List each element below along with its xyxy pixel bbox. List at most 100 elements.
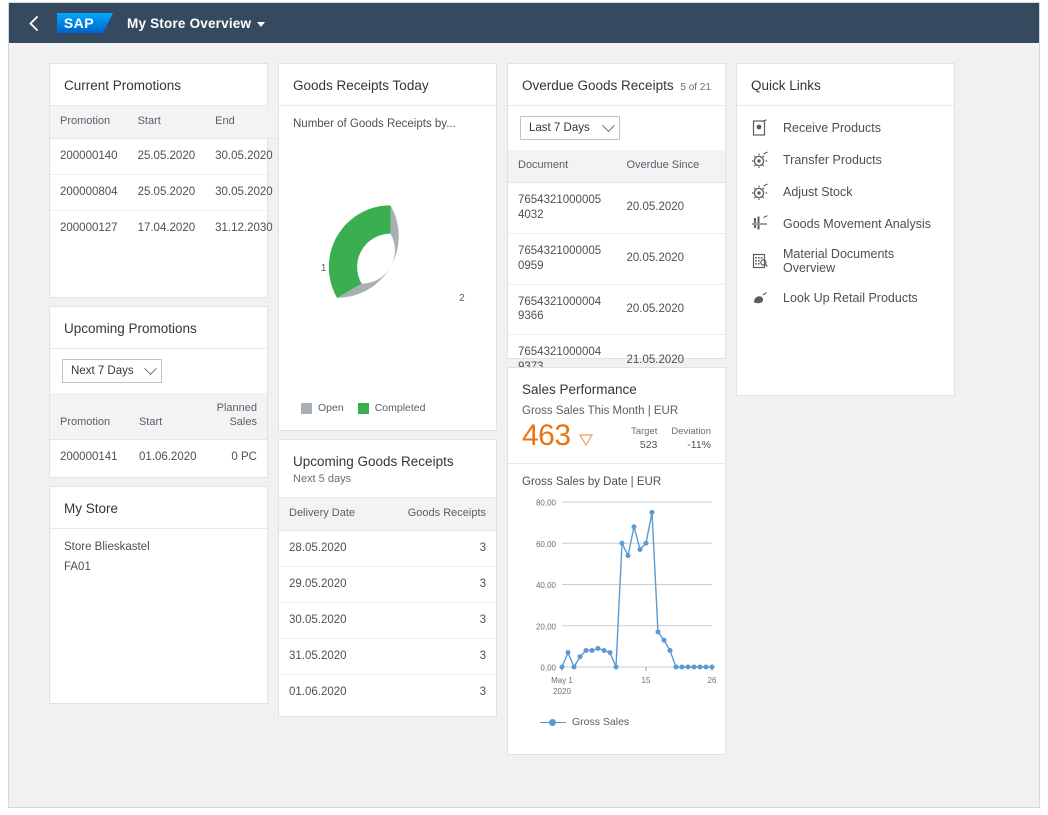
back-button[interactable] [23, 10, 43, 36]
svg-text:80,00: 80,00 [536, 499, 557, 508]
upcoming-goods-receipts-table: Delivery Date Goods Receipts 28.05.2020 … [279, 498, 496, 709]
legend-swatch-completed [358, 403, 369, 414]
card-my-store: My Store Store Blieskastel FA01 [49, 486, 268, 704]
current-promotions-table: Promotion Start End 200000140 25.05.2020… [50, 106, 283, 246]
card-title: Upcoming Promotions [64, 321, 197, 336]
quick-link-transfer-products[interactable]: Transfer Products [737, 144, 954, 176]
sap-logo: SAP [57, 10, 113, 36]
upcoming-promotions-filter-select[interactable]: Next 7 Days [62, 359, 162, 383]
cell-document: 76543210000054032 [508, 182, 617, 233]
cell-promotion: 200000804 [50, 174, 128, 210]
svg-text:0,00: 0,00 [540, 664, 556, 673]
app-screen: SAP My Store Overview Current Promotions… [8, 2, 1040, 808]
cell-promotion: 200000140 [50, 138, 128, 174]
card-header: Sales Performance [508, 368, 725, 401]
line-chart-title: Gross Sales by Date | EUR [522, 476, 715, 488]
overdue-goods-receipts-filter-select[interactable]: Last 7 Days [520, 116, 620, 140]
gross-sales-line-chart[interactable]: 0,0020,0040,0060,0080,00May 120201526 [522, 494, 718, 709]
card-header: Current Promotions [50, 64, 267, 106]
cell-overdue-since: 20.05.2020 [617, 233, 726, 284]
table-row[interactable]: 30.05.2020 3 [279, 602, 496, 638]
table-row[interactable]: 29.05.2020 3 [279, 566, 496, 602]
quick-link-receive-products[interactable]: Receive Products [737, 112, 954, 144]
chevron-down-icon [602, 119, 615, 132]
kpi-deviation-label: Deviation [671, 426, 711, 437]
card-goods-receipts-today: Goods Receipts Today Number of Goods Rec… [278, 63, 497, 431]
donut-legend: Open Completed [293, 402, 482, 414]
column-header-delivery-date: Delivery Date [279, 498, 380, 530]
select-value: Next 7 Days [71, 365, 134, 377]
column-header-goods-receipts: Goods Receipts [380, 498, 496, 530]
kpi-target-value: 523 [631, 439, 657, 451]
filter-area: Last 7 Days [508, 106, 725, 150]
kpi-label: Gross Sales This Month | EUR [522, 405, 711, 417]
chevron-down-icon [144, 362, 157, 375]
cell-goods-receipts: 3 [380, 566, 496, 602]
kpi-value: 463 [522, 421, 571, 451]
table-row[interactable]: 76543210000054032 20.05.2020 [508, 182, 725, 233]
legend-label-completed: Completed [375, 402, 426, 414]
table-header-row: Delivery Date Goods Receipts [279, 498, 496, 530]
column-header-document: Document [508, 150, 617, 182]
card-header: Overdue Goods Receipts 5 of 21 [508, 64, 725, 106]
card-counter: 5 of 21 [680, 82, 711, 93]
column-header-start: Start [128, 106, 206, 138]
legend-swatch-open [301, 403, 312, 414]
quick-link-goods-movement-analysis[interactable]: Goods Movement Analysis [737, 208, 954, 240]
donut-chart-body: Number of Goods Receipts by... 1 2 [279, 106, 496, 430]
kpi-block[interactable]: Gross Sales This Month | EUR 463 Target … [508, 401, 725, 464]
table-row[interactable]: 76543210000049366 20.05.2020 [508, 284, 725, 335]
shell-title-text: My Store Overview [127, 16, 251, 31]
line-chart-body: Gross Sales by Date | EUR 0,0020,0040,00… [508, 464, 725, 738]
cell-end: 30.05.2020 [205, 138, 283, 174]
shell-title[interactable]: My Store Overview [127, 16, 265, 31]
donut-chart[interactable]: 1 2 [293, 130, 482, 402]
dashboard-canvas: Current Promotions Promotion Start End 2… [9, 43, 1039, 808]
table-row[interactable]: 200000127 17.04.2020 31.12.2030 [50, 210, 283, 245]
table-row[interactable]: 01.06.2020 3 [279, 674, 496, 709]
table-row[interactable]: 76543210000050959 20.05.2020 [508, 233, 725, 284]
my-store-body: Store Blieskastel FA01 [50, 529, 267, 703]
cell-promotion: 200000127 [50, 210, 128, 245]
card-title: My Store [64, 501, 118, 516]
upcoming-promotions-table: Promotion Start Planned Sales 200000141 … [50, 393, 267, 474]
transfer-products-icon [751, 151, 769, 169]
filter-area: Next 7 Days [50, 349, 267, 393]
table-row[interactable]: 200000140 25.05.2020 30.05.2020 [50, 138, 283, 174]
chevron-down-icon [257, 22, 265, 27]
svg-text:15: 15 [642, 676, 651, 685]
card-upcoming-promotions: Upcoming Promotions Next 7 Days Promotio… [49, 306, 268, 478]
table-header-row: Promotion Start Planned Sales [50, 393, 267, 439]
card-upcoming-goods-receipts: Upcoming Goods Receipts Next 5 days Deli… [278, 439, 497, 717]
quick-links-list: Receive Products [737, 106, 954, 395]
svg-text:2020: 2020 [553, 687, 571, 696]
table-row[interactable]: 200000141 01.06.2020 0 PC [50, 439, 267, 474]
legend-item-completed[interactable]: Completed [358, 402, 426, 414]
column-header-overdue-since: Overdue Since [617, 150, 726, 182]
quick-link-material-documents-overview[interactable]: Material Documents Overview [737, 240, 954, 282]
card-header: Quick Links [737, 64, 954, 106]
table-header-row: Document Overdue Since [508, 150, 725, 182]
svg-text:26: 26 [708, 676, 717, 685]
quick-link-adjust-stock[interactable]: Adjust Stock [737, 176, 954, 208]
column-three: Overdue Goods Receipts 5 of 21 Last 7 Da… [507, 63, 726, 755]
cell-planned-sales: 0 PC [207, 439, 267, 474]
card-title: Current Promotions [64, 78, 181, 93]
legend-item-open[interactable]: Open [301, 402, 344, 414]
line-chart-legend[interactable]: Gross Sales [522, 716, 715, 728]
card-title: Sales Performance [522, 382, 711, 397]
legend-line-marker [540, 722, 566, 723]
adjust-stock-icon [751, 183, 769, 201]
kpi-deviation-value: -11% [671, 439, 711, 451]
legend-label-open: Open [318, 402, 344, 414]
table-row[interactable]: 31.05.2020 3 [279, 638, 496, 674]
quick-link-label: Material Documents Overview [783, 247, 940, 275]
card-current-promotions: Current Promotions Promotion Start End 2… [49, 63, 268, 298]
goods-movement-analysis-icon [751, 215, 769, 233]
card-header: Goods Receipts Today [279, 64, 496, 106]
table-row[interactable]: 28.05.2020 3 [279, 530, 496, 566]
quick-link-look-up-retail-products[interactable]: Look Up Retail Products [737, 282, 954, 314]
table-row[interactable]: 200000804 25.05.2020 30.05.2020 [50, 174, 283, 210]
cell-goods-receipts: 3 [380, 530, 496, 566]
store-code: FA01 [64, 561, 253, 573]
